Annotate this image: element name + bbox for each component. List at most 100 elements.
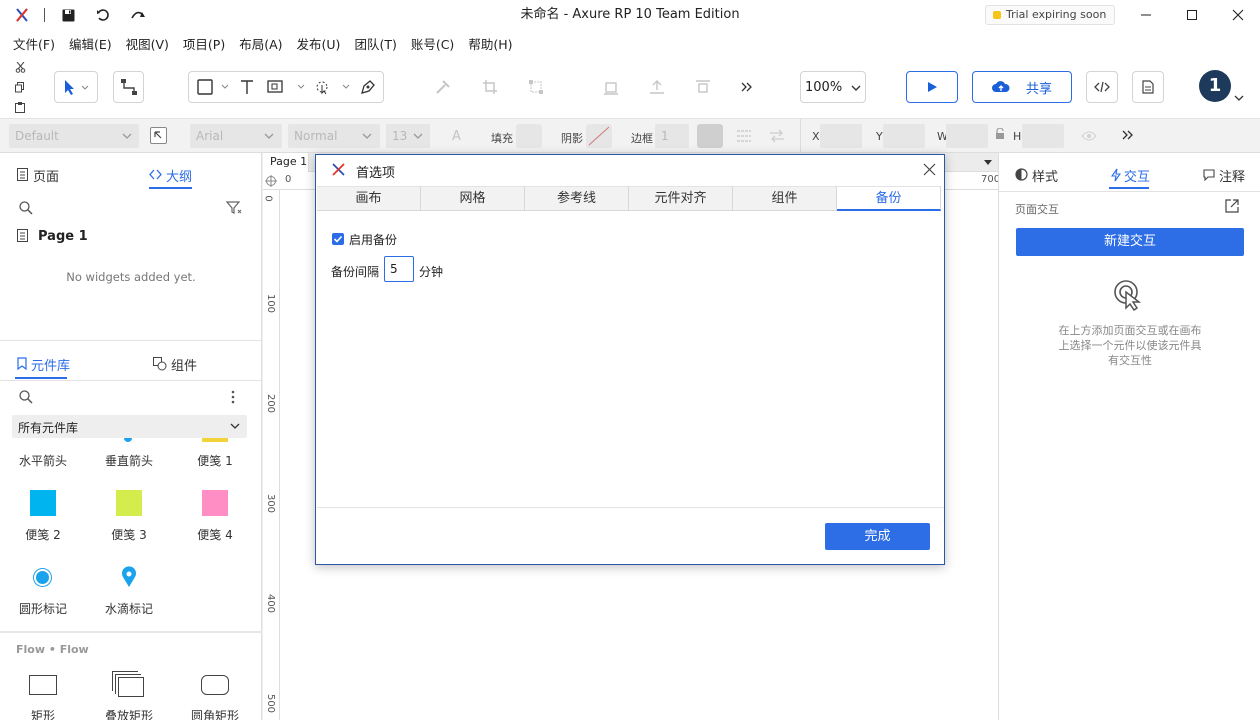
sticky-2-thumb[interactable] <box>30 490 56 516</box>
menu-arrange[interactable]: 布局(A) <box>239 34 282 53</box>
menu-publish[interactable]: 发布(U) <box>297 34 341 53</box>
lock-icon[interactable] <box>995 127 1005 140</box>
style-select[interactable]: Default <box>9 124 139 148</box>
tab-pages[interactable]: 页面 <box>17 166 77 185</box>
share-button[interactable]: 共享 <box>972 71 1072 103</box>
tab-components[interactable]: 组件 <box>733 186 837 211</box>
menu-edit[interactable]: 编辑(E) <box>69 34 112 53</box>
tab-grid[interactable]: 网格 <box>421 186 525 211</box>
shadow-swatch[interactable] <box>586 124 612 148</box>
user-avatar[interactable]: 1 <box>1199 70 1231 102</box>
distribute-icon[interactable] <box>692 76 714 98</box>
widget-label[interactable]: 便笺 4 <box>175 526 255 543</box>
new-interaction-button[interactable]: 新建交互 <box>1016 228 1244 256</box>
close-icon[interactable] <box>1226 3 1250 27</box>
flow-rectangle-thumb[interactable] <box>29 675 57 695</box>
fill-color-swatch[interactable] <box>516 124 542 148</box>
library-search-icon[interactable] <box>19 390 33 404</box>
save-icon[interactable] <box>56 3 80 27</box>
hotspot-tool-icon[interactable] <box>265 76 307 98</box>
tab-library[interactable]: 元件库 <box>17 355 77 374</box>
dialog-close-icon[interactable] <box>923 163 936 176</box>
menu-view[interactable]: 视图(V) <box>126 34 169 53</box>
h-input[interactable] <box>1022 124 1064 148</box>
page-tab[interactable]: Page 1 <box>263 153 309 172</box>
drop-marker-thumb[interactable] <box>121 566 137 588</box>
search-icon[interactable] <box>19 201 33 215</box>
trial-badge[interactable]: Trial expiring soon <box>985 5 1116 25</box>
font-weight-select[interactable]: Normal <box>288 124 380 148</box>
widget-label[interactable]: 便笺 3 <box>89 526 169 543</box>
flow-label[interactable]: 叠放矩形 <box>89 707 169 720</box>
redo-icon[interactable] <box>126 3 150 27</box>
arrow-style-icon[interactable] <box>769 129 785 143</box>
sticky-4-thumb[interactable] <box>202 490 228 516</box>
open-external-icon[interactable] <box>1225 199 1239 213</box>
flow-label[interactable]: 矩形 <box>3 707 83 720</box>
paste-icon[interactable] <box>13 100 27 114</box>
font-color-icon[interactable]: A <box>452 129 466 144</box>
font-family-select[interactable]: Arial <box>190 124 282 148</box>
widget-label[interactable]: 水滴标记 <box>89 600 169 617</box>
align-icon[interactable] <box>600 76 622 98</box>
maximize-icon[interactable] <box>1180 3 1204 27</box>
account-chevron-icon[interactable] <box>1234 94 1244 102</box>
border-width-input[interactable]: 1 <box>655 124 689 148</box>
style-manage-icon[interactable] <box>150 127 167 144</box>
done-button[interactable]: 完成 <box>825 523 930 550</box>
menu-file[interactable]: 文件(F) <box>13 34 55 53</box>
more-format-icon[interactable] <box>1121 129 1135 141</box>
y-input[interactable] <box>883 124 925 148</box>
point-tool-icon[interactable] <box>312 76 352 98</box>
text-tool-icon[interactable] <box>236 76 258 98</box>
tab-guides[interactable]: 参考线 <box>525 186 629 211</box>
widget-label[interactable]: 便笺 2 <box>3 526 83 543</box>
flow-rounded-rectangle-thumb[interactable] <box>201 675 229 695</box>
filter-icon[interactable] <box>225 201 242 215</box>
menu-account[interactable]: 账号(C) <box>411 34 454 53</box>
select-tool-button[interactable] <box>54 71 98 103</box>
tab-snap[interactable]: 元件对齐 <box>629 186 733 211</box>
w-input[interactable] <box>946 124 988 148</box>
border-style-icon[interactable] <box>736 129 752 143</box>
cut-icon[interactable] <box>13 60 27 74</box>
enable-backup-checkbox[interactable] <box>332 233 344 245</box>
tab-canvas[interactable]: 画布 <box>317 186 421 211</box>
widget-label[interactable]: 便笺 1 <box>175 452 255 469</box>
page-list-chevron-icon[interactable] <box>983 159 993 166</box>
tab-interaction[interactable]: 交互 <box>1111 166 1171 185</box>
copy-icon[interactable] <box>13 80 27 94</box>
zoom-select[interactable]: 100% <box>800 71 866 103</box>
tab-notes[interactable]: 注释 <box>1203 166 1260 185</box>
tab-components[interactable]: 组件 <box>153 355 213 374</box>
crop-icon[interactable] <box>479 76 501 98</box>
rectangle-tool-icon[interactable] <box>193 76 233 98</box>
enable-backup-label[interactable]: 启用备份 <box>349 231 397 248</box>
widget-label[interactable]: 垂直箭头 <box>89 452 169 469</box>
flow-stacked-rectangle-thumb[interactable] <box>118 677 144 697</box>
tab-backup[interactable]: 备份 <box>837 186 941 211</box>
library-select[interactable]: 所有元件库 <box>12 415 247 438</box>
x-input[interactable] <box>820 124 862 148</box>
widget-label[interactable]: 圆形标记 <box>3 600 83 617</box>
connector-tool-button[interactable] <box>113 71 144 103</box>
visibility-icon[interactable] <box>1081 130 1097 142</box>
tab-outline[interactable]: 大纲 <box>149 166 209 185</box>
transform-icon[interactable] <box>525 76 547 98</box>
menu-help[interactable]: 帮助(H) <box>468 34 512 53</box>
widget-label[interactable]: 水平箭头 <box>3 452 83 469</box>
sticky-3-thumb[interactable] <box>116 490 142 516</box>
interval-input[interactable]: 5 <box>384 256 414 282</box>
outline-page-name[interactable]: Page 1 <box>38 229 88 244</box>
undo-icon[interactable] <box>91 3 115 27</box>
bring-front-icon[interactable] <box>646 76 668 98</box>
border-color-swatch[interactable] <box>697 124 723 148</box>
document-button[interactable] <box>1132 71 1164 103</box>
menu-project[interactable]: 项目(P) <box>183 34 225 53</box>
font-size-select[interactable]: 13 <box>386 124 430 148</box>
preview-button[interactable] <box>906 71 958 103</box>
more-options-icon[interactable] <box>230 390 236 404</box>
flow-label[interactable]: 圆角矩形 <box>175 707 255 720</box>
circle-marker-thumb[interactable] <box>34 569 51 586</box>
menu-team[interactable]: 团队(T) <box>354 34 396 53</box>
